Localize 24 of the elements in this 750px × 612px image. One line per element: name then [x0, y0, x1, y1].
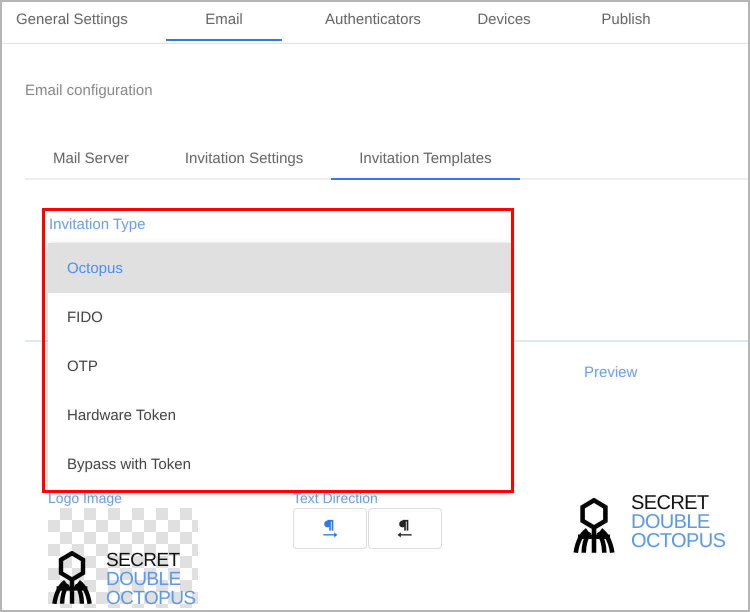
logo-text: SECRET	[106, 551, 181, 570]
tab[interactable]: Mail Server	[25, 138, 157, 180]
logo-text: DOUBLE	[106, 570, 182, 589]
tab[interactable]: Email	[166, 2, 282, 41]
tab[interactable]: Authenticators	[302, 2, 444, 41]
logo-text: OCTOPUS	[106, 589, 196, 608]
logo-text: DOUBLE	[631, 513, 711, 532]
tab[interactable]: Devices	[464, 2, 544, 41]
field-label: Logo Image	[48, 490, 123, 508]
field-label: Invitation Type	[49, 216, 146, 235]
logo-text: SECRET	[631, 494, 710, 513]
text-direction-button[interactable]	[368, 508, 442, 549]
menu-item[interactable]: Bypass with Token	[48, 440, 511, 489]
tab[interactable]: Invitation Settings	[156, 138, 332, 180]
menu-item[interactable]: OTP	[48, 342, 511, 391]
tab[interactable]: General Settings	[16, 2, 152, 41]
menu-item[interactable]: FIDO	[48, 293, 511, 342]
logo-text: OCTOPUS	[631, 532, 726, 551]
menu-item[interactable]: Hardware Token	[48, 391, 511, 440]
tab[interactable]: Publish	[586, 2, 666, 41]
field-label: Text Direction	[293, 490, 379, 508]
tab[interactable]: Invitation Templates	[331, 138, 520, 180]
preview-label: Preview	[584, 364, 638, 382]
section-title: Email configuration	[25, 82, 154, 100]
